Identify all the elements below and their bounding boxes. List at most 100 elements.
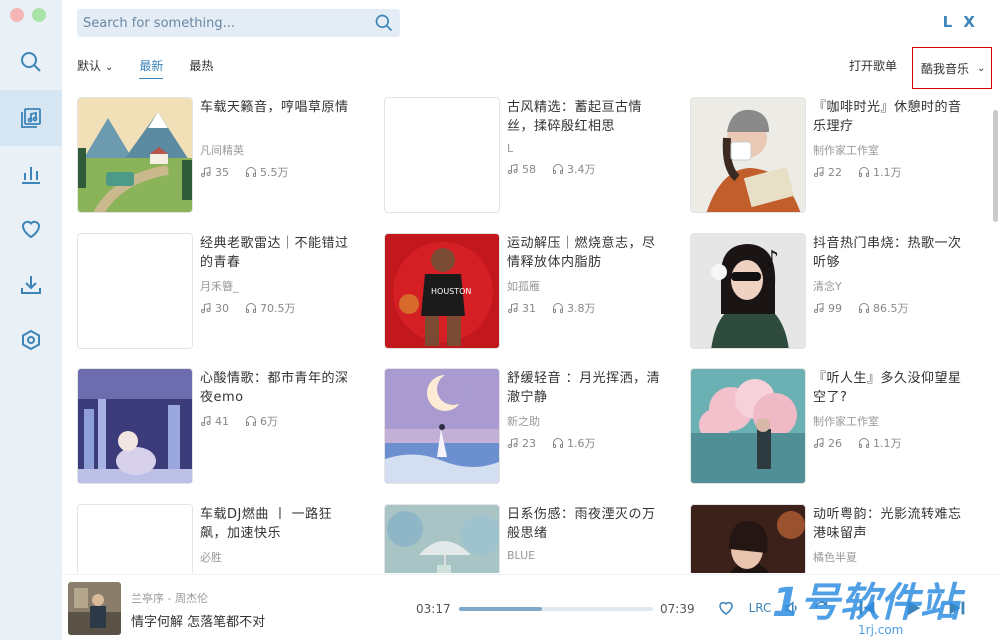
search-box	[77, 9, 400, 37]
playlist-author[interactable]: 橘色半夏	[813, 549, 969, 565]
playlist-card[interactable]: 『听人生』多久没仰望星空了? 制作家工作室 26 1.1万	[690, 368, 990, 486]
close-window-button[interactable]	[10, 8, 24, 22]
minimize-window-button[interactable]	[32, 8, 46, 22]
filter-bar: 默认 ⌄ 最新 最热	[77, 55, 239, 79]
playlist-author[interactable]: 如孤雁	[507, 278, 663, 294]
playlist-info: 车载天籁音，哼唱草原情 凡间精英 35 5.5万	[200, 98, 356, 180]
song-count-value: 30	[215, 301, 229, 315]
source-dropdown[interactable]: 酷我音乐 ⌄	[912, 47, 992, 89]
playlist-title[interactable]: 『咖啡时光』休憩时的音乐理疗	[813, 98, 969, 136]
sidebar-item-favorites[interactable]	[0, 201, 62, 257]
playlist-card[interactable]: 日系伤感：雨夜湮灭の万般思绪 BLUE	[384, 504, 684, 573]
playlist-card[interactable]: ♪ 抖音热门串烧：热歌一次听够 清念Y 99 86.5万	[690, 233, 990, 351]
search-input[interactable]	[77, 9, 357, 37]
play-button[interactable]	[898, 597, 928, 619]
sidebar-item-search[interactable]	[0, 34, 62, 90]
play-count-value: 1.6万	[567, 437, 596, 450]
lyrics-button[interactable]: LRC	[746, 597, 774, 619]
repeat-icon	[815, 601, 828, 609]
playlist-author[interactable]: 制作家工作室	[813, 413, 969, 429]
playlist-cover[interactable]	[384, 368, 500, 484]
tab-hottest[interactable]: 最热	[189, 57, 213, 74]
playlist-title[interactable]: 『听人生』多久没仰望星空了?	[813, 369, 969, 407]
playlist-author[interactable]: 月禾簪_	[200, 278, 356, 294]
song-count-value: 26	[828, 436, 842, 450]
play-count-value: 70.5万	[260, 302, 296, 315]
next-button[interactable]	[942, 597, 972, 619]
now-playing-cover[interactable]	[68, 582, 121, 635]
playlist-title[interactable]: 古风精选：蓄起亘古情丝，揉碎殷红相思	[507, 98, 663, 136]
song-count: 99	[813, 300, 842, 316]
playlist-cover[interactable]: ♪	[690, 233, 806, 349]
playlist-title[interactable]: 日系伤感：雨夜湮灭の万般思绪	[507, 505, 663, 543]
music-list-icon	[21, 108, 41, 128]
playlist-cover[interactable]	[690, 504, 806, 573]
sidebar-item-settings[interactable]	[0, 312, 62, 368]
search-icon[interactable]	[374, 13, 394, 33]
playlist-cover[interactable]	[384, 504, 500, 573]
song-count-value: 35	[215, 165, 229, 179]
playlist-card[interactable]: 车载DJ燃曲 丨 一路狂飙，加速快乐 必胜	[77, 504, 377, 573]
prev-button[interactable]	[852, 597, 882, 619]
playlist-title[interactable]: 车载天籁音，哼唱草原情	[200, 98, 356, 136]
playlist-info: 『听人生』多久没仰望星空了? 制作家工作室 26 1.1万	[813, 369, 969, 451]
playlist-cover[interactable]	[77, 368, 193, 484]
heart-icon	[21, 220, 41, 239]
download-icon	[21, 276, 41, 294]
playlist-cover[interactable]: HOUSTON	[384, 233, 500, 349]
playlist-card[interactable]: HOUSTON 运动解压｜燃烧意志，尽情释放体内脂肪 如孤雁 31 3.8万	[384, 233, 684, 351]
total-time: 07:39	[660, 602, 695, 616]
playlist-author[interactable]: 凡间精英	[200, 142, 356, 158]
playlist-card[interactable]: 心酸情歌：都市青年的深夜emo 41 6万	[77, 368, 377, 486]
playlist-card[interactable]: 动听粤韵：光影流转难忘港味留声 橘色半夏	[690, 504, 990, 573]
sort-dropdown[interactable]: 默认 ⌄	[77, 57, 113, 74]
headphones-icon	[859, 303, 869, 313]
playlist-card[interactable]: 经典老歌雷达｜不能错过的青春 月禾簪_ 30 70.5万	[77, 233, 377, 351]
playlist-cover[interactable]	[77, 97, 193, 213]
headphones-icon	[553, 164, 563, 174]
progress-bar[interactable]	[459, 607, 653, 611]
playlist-card[interactable]: 车载天籁音，哼唱草原情 凡间精英 35 5.5万	[77, 97, 377, 215]
playlist-card[interactable]: 舒缓轻音 ：月光挥洒，清澈宁静 新之助 23 1.6万	[384, 368, 684, 486]
play-mode-button[interactable]	[810, 597, 834, 619]
volume-button[interactable]	[780, 597, 804, 619]
sidebar-item-download[interactable]	[0, 257, 62, 313]
open-playlist-button[interactable]: 打开歌单	[849, 57, 897, 74]
song-count: 26	[813, 435, 842, 451]
playlist-cover[interactable]	[77, 233, 193, 349]
playlist-info: 运动解压｜燃烧意志，尽情释放体内脂肪 如孤雁 31 3.8万	[507, 234, 663, 316]
playlist-card[interactable]: 『咖啡时光』休憩时的音乐理疗 制作家工作室 22 1.1万	[690, 97, 990, 215]
playlist-card[interactable]: 古风精选：蓄起亘古情丝，揉碎殷红相思 L 58 3.4万	[384, 97, 684, 215]
current-time: 03:17	[416, 602, 451, 616]
playlist-title[interactable]: 经典老歌雷达｜不能错过的青春	[200, 234, 356, 272]
playlist-cover[interactable]	[384, 97, 500, 213]
play-count-value: 3.8万	[567, 302, 596, 315]
headphones-icon	[246, 416, 256, 426]
playlist-author[interactable]: 必胜	[200, 549, 356, 565]
headphones-icon	[553, 303, 563, 313]
svg-text:♪: ♪	[765, 247, 779, 272]
playlist-author[interactable]: BLUE	[507, 549, 663, 562]
scrollbar[interactable]	[993, 110, 998, 222]
playlist-cover[interactable]	[690, 368, 806, 484]
playlist-info: 抖音热门串烧：热歌一次听够 清念Y 99 86.5万	[813, 234, 969, 316]
playlist-title[interactable]: 运动解压｜燃烧意志，尽情释放体内脂肪	[507, 234, 663, 272]
playlist-author[interactable]: 新之助	[507, 413, 663, 429]
tab-newest[interactable]: 最新	[139, 57, 164, 79]
playlist-author[interactable]: 制作家工作室	[813, 142, 969, 158]
playlist-title[interactable]: 抖音热门串烧：热歌一次听够	[813, 234, 969, 272]
playlist-author[interactable]: L	[507, 142, 663, 155]
music-note-icon	[508, 302, 518, 313]
sidebar-item-playlists[interactable]	[0, 90, 62, 146]
playlist-title[interactable]: 心酸情歌：都市青年的深夜emo	[200, 369, 356, 407]
playlist-cover[interactable]	[690, 97, 806, 213]
sidebar-item-charts[interactable]	[0, 146, 62, 202]
play-count: 1.1万	[858, 435, 902, 451]
playlist-title[interactable]: 舒缓轻音 ：月光挥洒，清澈宁静	[507, 369, 663, 407]
playlist-cover[interactable]	[77, 504, 193, 573]
like-button[interactable]	[714, 597, 738, 619]
play-count-value: 3.4万	[567, 163, 596, 176]
playlist-title[interactable]: 动听粤韵：光影流转难忘港味留声	[813, 505, 969, 543]
playlist-title[interactable]: 车载DJ燃曲 丨 一路狂飙，加速快乐	[200, 505, 356, 543]
playlist-author[interactable]: 清念Y	[813, 278, 969, 294]
